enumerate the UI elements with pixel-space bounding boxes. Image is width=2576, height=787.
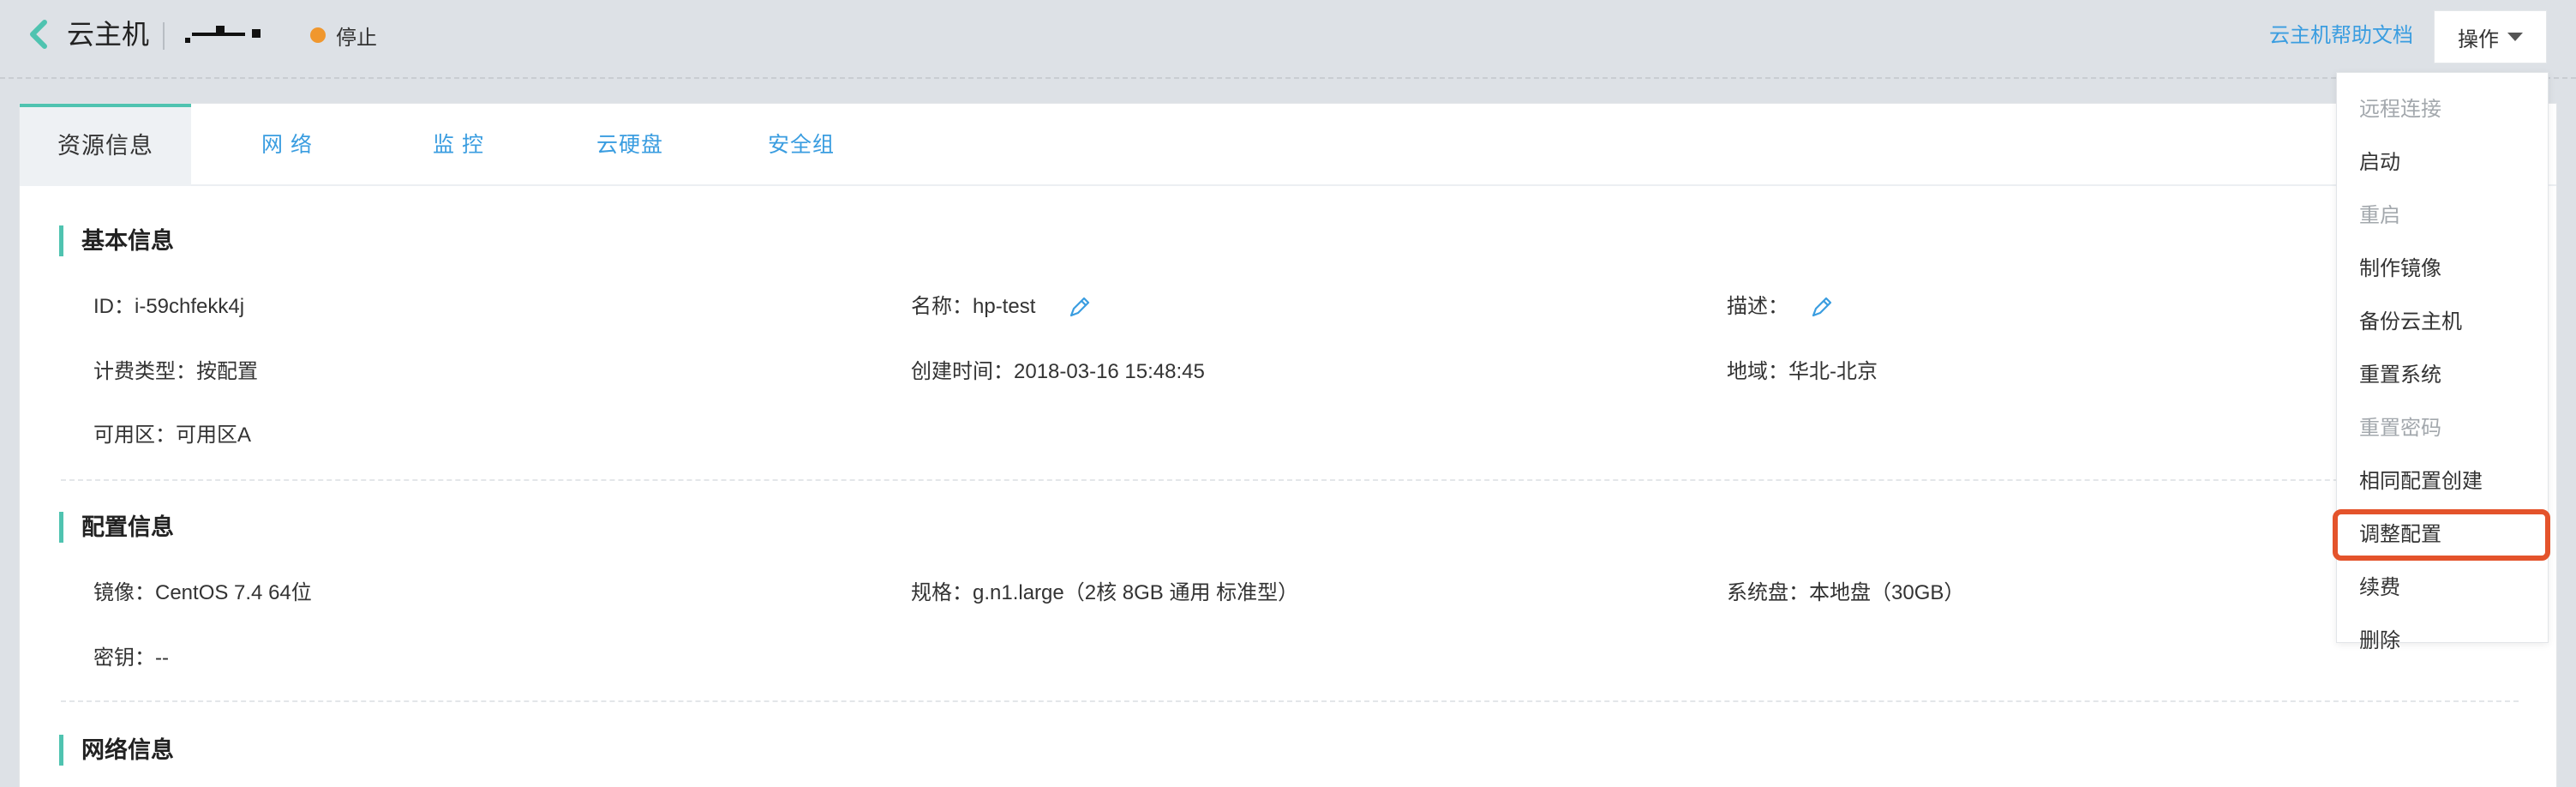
operations-label: 操作: [2458, 27, 2499, 51]
tab-resource-info[interactable]: 资源信息: [20, 104, 191, 186]
status-indicator: 停止: [310, 21, 377, 50]
field-key-pair: 密钥：--: [93, 646, 169, 670]
tab-security-group[interactable]: 安全组: [724, 104, 878, 186]
field-name: 名称：hp-test: [911, 295, 1036, 318]
field-id: ID：i-59chfekk4j: [93, 295, 245, 318]
section-title-network: 网络信息: [59, 735, 174, 766]
tab-network[interactable]: 网 络: [210, 104, 364, 186]
section-title-config: 配置信息: [59, 512, 174, 543]
field-description: 描述：: [1727, 295, 1788, 318]
menu-item-start[interactable]: 启动: [2337, 136, 2548, 189]
edit-description-icon[interactable]: [1809, 294, 1835, 320]
edit-name-icon[interactable]: [1067, 294, 1093, 320]
resource-panel: 资源信息 网 络 监 控 云硬盘 安全组 基本信息 ID：i-59chfekk4…: [19, 103, 2557, 787]
operations-button[interactable]: 操作: [2434, 10, 2547, 63]
highlight-annotation: [2333, 509, 2550, 561]
field-billing-type: 计费类型：按配置: [93, 360, 258, 383]
menu-item-delete[interactable]: 删除: [2337, 615, 2548, 668]
page-title: 云主机: [67, 19, 150, 50]
menu-item-restart[interactable]: 重启: [2337, 189, 2548, 243]
field-system-disk: 系统盘：本地盘（30GB）: [1727, 581, 1965, 604]
status-label: 停止: [336, 26, 377, 50]
menu-item-create-image[interactable]: 制作镜像: [2337, 243, 2548, 296]
title-divider: [163, 22, 165, 50]
tab-monitoring[interactable]: 监 控: [381, 104, 536, 186]
menu-item-reset-system[interactable]: 重置系统: [2337, 349, 2548, 402]
section-divider: [61, 479, 2519, 481]
tab-cloud-disk[interactable]: 云硬盘: [553, 104, 707, 186]
field-created-time: 创建时间：2018-03-16 15:48:45: [911, 360, 1205, 383]
section-title-basic: 基本信息: [59, 225, 174, 256]
menu-item-remote-connect[interactable]: 远程连接: [2337, 83, 2548, 136]
menu-item-renew[interactable]: 续费: [2337, 562, 2548, 615]
section-divider: [61, 700, 2519, 702]
menu-item-clone-config[interactable]: 相同配置创建: [2337, 455, 2548, 508]
help-docs-link[interactable]: 云主机帮助文档: [2269, 21, 2413, 51]
menu-item-reset-password[interactable]: 重置密码: [2337, 402, 2548, 455]
field-region: 地域：华北-北京: [1727, 360, 1878, 383]
status-dot-icon: [310, 27, 326, 43]
page-header: 云主机 停止 云主机帮助文档 操作: [0, 0, 2576, 79]
field-image: 镜像：CentOS 7.4 64位: [93, 581, 312, 604]
caret-down-icon: [2507, 33, 2523, 41]
redacted-instance-name: [185, 26, 261, 43]
menu-item-backup-instance[interactable]: 备份云主机: [2337, 296, 2548, 349]
field-spec: 规格：g.n1.large（2核 8GB 通用 标准型）: [911, 581, 1299, 604]
field-availability-zone: 可用区：可用区A: [93, 424, 252, 447]
back-arrow-icon[interactable]: [26, 17, 51, 51]
tab-bar: 资源信息 网 络 监 控 云硬盘 安全组: [20, 104, 2556, 186]
